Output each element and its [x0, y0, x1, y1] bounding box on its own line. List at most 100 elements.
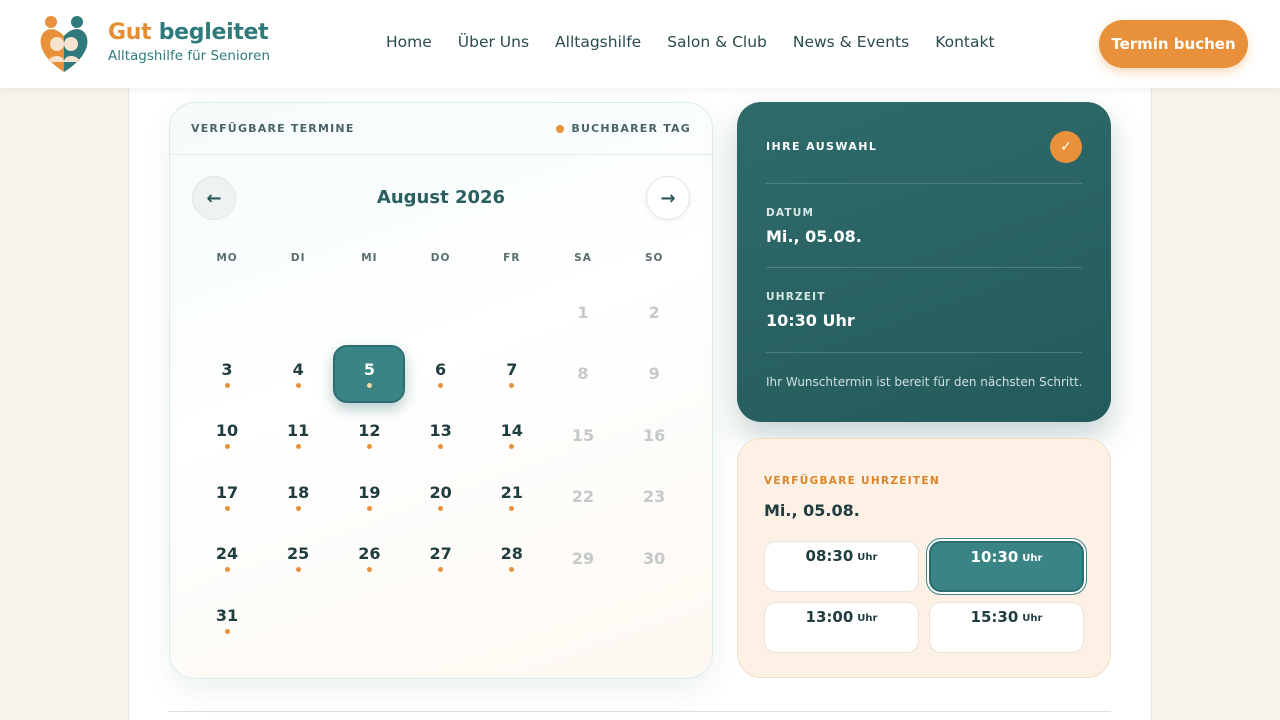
calendar-day[interactable]: 27 — [405, 529, 477, 587]
time-slot[interactable]: 13:00 Uhr — [764, 602, 919, 653]
bookable-dot-icon — [224, 444, 230, 449]
time-slot-unit: Uhr — [857, 613, 878, 624]
day-number: 8 — [577, 364, 589, 383]
check-icon: ✓ — [1050, 131, 1082, 163]
calendar-day[interactable]: 12 — [333, 406, 405, 464]
weekday-header: DI — [290, 252, 306, 264]
nav-salon-club[interactable]: Salon & Club — [667, 33, 767, 51]
bookable-dot-icon — [295, 567, 301, 572]
weekday-header: MI — [361, 252, 378, 264]
day-number: 29 — [571, 548, 595, 568]
time-slot[interactable]: 15:30 Uhr — [929, 602, 1084, 653]
calendar-day[interactable]: 28 — [476, 529, 548, 587]
divider — [766, 352, 1082, 353]
calendar-day[interactable]: 10 — [191, 406, 263, 464]
calendar-day: 2 — [618, 283, 690, 341]
day-number: 11 — [287, 421, 310, 440]
times-card: VERFÜGBARE UHRZEITEN Mi., 05.08. 08:30 Uh… — [737, 438, 1111, 678]
nav-news-events[interactable]: News & Events — [793, 33, 909, 51]
calendar-day: 22 — [547, 468, 619, 526]
bookable-dot-icon — [366, 567, 372, 572]
nav-kontakt[interactable]: Kontakt — [935, 33, 994, 51]
weekday-header: DO — [430, 252, 451, 264]
calendar-day[interactable]: 19 — [333, 468, 405, 526]
legend-bookable-day: BUCHBARER TAG — [556, 122, 691, 135]
time-slot-selected[interactable]: 10:30 Uhr — [929, 541, 1084, 592]
arrow-right-icon: → — [660, 187, 676, 209]
selection-card: IHRE AUSWAHL ✓ DATUM Mi., 05.08. UHRZEIT… — [737, 102, 1111, 422]
day-number: 3 — [221, 359, 233, 379]
day-number: 7 — [506, 359, 518, 379]
calendar-header: VERFÜGBARE TERMINE BUCHBARER TAG — [170, 103, 712, 155]
time-slot-unit: Uhr — [857, 552, 878, 563]
calendar-day[interactable]: 26 — [333, 529, 405, 587]
day-number: 5 — [363, 359, 375, 379]
bookable-dot-icon — [366, 382, 372, 388]
calendar-header-title: VERFÜGBARE TERMINE — [191, 122, 355, 135]
day-number: 22 — [571, 487, 595, 506]
bookable-dot-icon — [438, 382, 444, 388]
bookable-dot-icon — [366, 505, 372, 511]
calendar-day[interactable]: 7 — [476, 345, 548, 403]
nav-ueber-uns[interactable]: Über Uns — [458, 33, 529, 51]
bookable-dot-icon — [509, 444, 515, 449]
day-number: 10 — [215, 421, 239, 440]
calendar-day[interactable]: 13 — [405, 406, 477, 464]
brand[interactable]: Gut begleitet Alltagshilfe für Senioren — [108, 20, 270, 64]
calendar-day[interactable]: 3 — [191, 345, 263, 403]
day-number: 15 — [571, 425, 595, 445]
day-number: 28 — [500, 544, 523, 563]
time-slot-unit: Uhr — [1022, 553, 1043, 564]
calendar-day: 15 — [547, 406, 619, 464]
nav-alltagshilfe[interactable]: Alltagshilfe — [555, 33, 641, 51]
calendar-card: VERFÜGBARE TERMINE BUCHBARER TAG ← Augus… — [169, 102, 713, 679]
calendar-day[interactable]: 4 — [262, 345, 334, 403]
book-appointment-button[interactable]: Termin buchen — [1099, 20, 1248, 68]
calendar-day[interactable]: 21 — [476, 468, 548, 526]
selection-note: Ihr Wunschtermin ist bereit für den näch… — [766, 375, 1083, 389]
bookable-dot-icon — [509, 382, 515, 388]
brand-title: Gut begleitet — [108, 20, 270, 45]
calendar-day[interactable]: 17 — [191, 468, 263, 526]
bookable-dot-icon — [556, 124, 565, 133]
calendar-day: 29 — [547, 529, 619, 587]
day-number: 19 — [358, 482, 381, 502]
calendar-day: 8 — [547, 345, 619, 403]
bookable-dot-icon — [224, 505, 230, 511]
bookable-dot-icon — [295, 505, 301, 511]
bookable-dot-icon — [438, 505, 444, 511]
times-title: VERFÜGBARE UHRZEITEN — [764, 475, 940, 487]
calendar-day[interactable]: 18 — [262, 468, 334, 526]
day-number: 21 — [500, 482, 523, 502]
logo-heart-icon[interactable] — [36, 14, 92, 76]
calendar-day[interactable]: 25 — [262, 529, 334, 587]
calendar-day[interactable]: 6 — [405, 345, 477, 403]
bookable-dot-icon — [509, 505, 515, 511]
next-month-button[interactable]: → — [646, 176, 690, 220]
day-number: 16 — [643, 425, 666, 445]
weekday-header: MO — [216, 252, 238, 264]
bottom-divider — [168, 711, 1111, 712]
time-slot-unit: Uhr — [1022, 613, 1043, 624]
calendar-day-selected[interactable]: 5 — [333, 344, 406, 403]
bookable-dot-icon — [224, 567, 230, 572]
calendar-day[interactable]: 20 — [405, 468, 477, 526]
weekday-header: SO — [644, 252, 664, 264]
day-number: 12 — [358, 421, 381, 440]
time-slot[interactable]: 08:30 Uhr — [764, 541, 919, 592]
bookable-dot-icon — [295, 382, 301, 388]
divider — [766, 267, 1082, 268]
calendar-day[interactable]: 24 — [191, 529, 263, 587]
day-number: 23 — [643, 487, 666, 506]
nav-home[interactable]: Home — [386, 33, 432, 51]
calendar-day[interactable]: 31 — [191, 591, 263, 649]
calendar-day[interactable]: 11 — [262, 406, 334, 464]
legend-label: BUCHBARER TAG — [571, 122, 691, 135]
date-label: DATUM — [766, 207, 815, 219]
time-slot-time: 08:30 — [805, 547, 854, 565]
day-number: 24 — [215, 544, 239, 563]
bookable-dot-icon — [438, 444, 444, 449]
calendar-day[interactable]: 14 — [476, 406, 548, 464]
day-number: 20 — [429, 482, 452, 502]
bookable-dot-icon — [224, 628, 230, 634]
